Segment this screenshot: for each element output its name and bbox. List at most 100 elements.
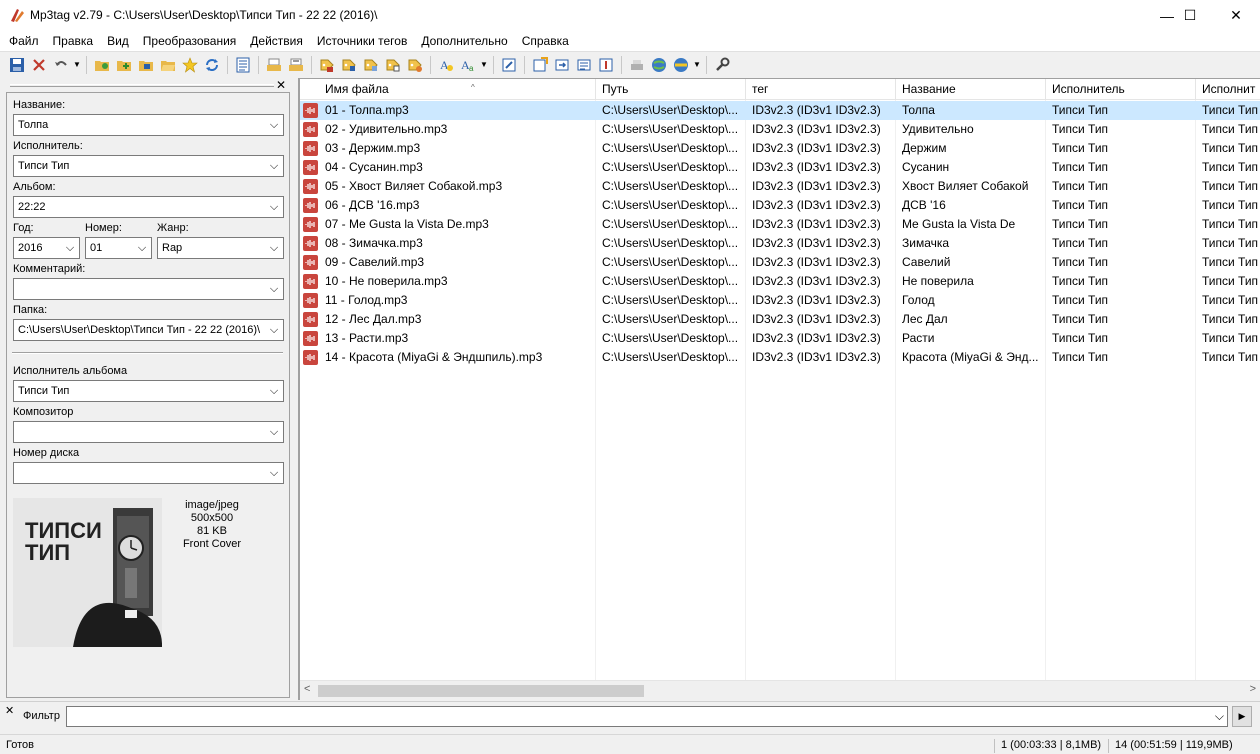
edit-button[interactable]	[498, 54, 520, 76]
close-filter-icon[interactable]: ✕	[5, 704, 14, 717]
text-file-button[interactable]	[382, 54, 404, 76]
menu-tag-sources[interactable]: Источники тегов	[310, 31, 414, 51]
scroll-left-icon[interactable]: <	[304, 683, 310, 695]
track-field[interactable]: 01 ⌵	[85, 237, 152, 259]
tag-from-text-button[interactable]	[404, 54, 426, 76]
open-folder-button[interactable]	[157, 54, 179, 76]
chevron-down-icon[interactable]: ⌵	[64, 238, 76, 258]
scroll-right-icon[interactable]: >	[1250, 683, 1256, 695]
menu-view[interactable]: Вид	[100, 31, 136, 51]
panel-grip[interactable]	[10, 84, 274, 87]
web-source-dropdown-arrow[interactable]: ▼	[692, 54, 702, 76]
table-row[interactable]: 10 - Не поверила.mp3 C:\Users\User\Deskto…	[300, 272, 1260, 291]
web-source2-button[interactable]	[670, 54, 692, 76]
favorite-button[interactable]	[179, 54, 201, 76]
undo-button[interactable]	[50, 54, 72, 76]
table-row[interactable]: 07 - Me Gusta la Vista De.mp3 C:\Users\Us…	[300, 215, 1260, 234]
cell-filename: 04 - Сусанин.mp3	[325, 160, 423, 174]
close-panel-icon[interactable]: ✕	[276, 78, 286, 92]
save-playlist-button[interactable]	[135, 54, 157, 76]
album-value: 22:22	[18, 201, 46, 213]
column-header-filename[interactable]: Имя файла ^	[319, 79, 596, 100]
column-header-tag[interactable]: тег	[746, 79, 896, 100]
menu-actions[interactable]: Действия	[243, 31, 310, 51]
chevron-down-icon[interactable]: ⌵	[268, 279, 280, 299]
table-row[interactable]: 04 - Сусанин.mp3 C:\Users\User\Desktop\..…	[300, 158, 1260, 177]
list-button[interactable]	[232, 54, 254, 76]
genre-field[interactable]: Rap ⌵	[157, 237, 284, 259]
change-dir-button[interactable]	[91, 54, 113, 76]
convert-button[interactable]	[595, 54, 617, 76]
table-row[interactable]: 06 - ДСВ '16.mp3 C:\Users\User\Desktop\..…	[300, 196, 1260, 215]
album-field[interactable]: 22:22 ⌵	[13, 196, 284, 218]
scrollbar-thumb[interactable]	[318, 685, 644, 697]
quick-import-button[interactable]	[573, 54, 595, 76]
composer-field[interactable]: ⌵	[13, 421, 284, 443]
title-field[interactable]: Толпа ⌵	[13, 114, 284, 136]
folder-field[interactable]: C:\Users\User\Desktop\Типси Тип - 22 22 …	[13, 319, 284, 341]
freedb-button[interactable]	[626, 54, 648, 76]
options-button[interactable]	[711, 54, 733, 76]
add-dir-button[interactable]	[113, 54, 135, 76]
chevron-down-icon[interactable]: ⌵	[268, 463, 280, 483]
artist-field[interactable]: Типси Тип ⌵	[13, 155, 284, 177]
table-row[interactable]: 05 - Хвост Виляет Собакой.mp3 C:\Users\Us…	[300, 177, 1260, 196]
cell-artist: Типси Тип	[1052, 236, 1109, 250]
filter-apply-button[interactable]: ▶	[1232, 706, 1252, 727]
table-row[interactable]: 08 - Зимачка.mp3 C:\Users\User\Desktop\..…	[300, 234, 1260, 253]
filter-input[interactable]: ⌵	[66, 706, 1228, 727]
cell-album-artist: Типси Тип	[1202, 293, 1259, 307]
column-header-artist[interactable]: Исполнитель	[1046, 79, 1196, 100]
save-button[interactable]	[6, 54, 28, 76]
remove-tag-button[interactable]	[28, 54, 50, 76]
import-button[interactable]	[551, 54, 573, 76]
table-row[interactable]: 03 - Держим.mp3 C:\Users\User\Desktop\...…	[300, 139, 1260, 158]
menu-edit[interactable]: Правка	[46, 31, 101, 51]
table-row[interactable]: 14 - Красота (MiyaGi & Эндшпиль).mp3 C:\U…	[300, 348, 1260, 367]
tag-from-filename-button[interactable]	[316, 54, 338, 76]
table-row[interactable]: 13 - Расти.mp3 C:\Users\User\Desktop\... I…	[300, 329, 1260, 348]
disc-number-field[interactable]: ⌵	[13, 462, 284, 484]
menu-help[interactable]: Справка	[515, 31, 576, 51]
menu-extra[interactable]: Дополнительно	[414, 31, 514, 51]
undo-dropdown-arrow[interactable]: ▼	[72, 54, 82, 76]
refresh-button[interactable]	[201, 54, 223, 76]
menu-convert[interactable]: Преобразования	[136, 31, 244, 51]
chevron-down-icon[interactable]: ⌵	[1215, 707, 1224, 726]
chevron-down-icon[interactable]: ⌵	[136, 238, 148, 258]
save-icon	[10, 57, 24, 72]
chevron-down-icon[interactable]: ⌵	[268, 115, 280, 135]
filename-from-tag-button[interactable]	[338, 54, 360, 76]
table-row[interactable]: 11 - Голод.mp3 C:\Users\User\Desktop\... I…	[300, 291, 1260, 310]
export-button[interactable]	[529, 54, 551, 76]
chevron-down-icon[interactable]: ⌵	[268, 320, 280, 340]
chevron-down-icon[interactable]: ⌵	[268, 238, 280, 258]
horizontal-scrollbar[interactable]: < >	[300, 680, 1260, 700]
chevron-down-icon[interactable]: ⌵	[268, 381, 280, 401]
tag-to-tag-button[interactable]	[360, 54, 382, 76]
copy-tag-button[interactable]	[285, 54, 307, 76]
web-source-button[interactable]	[648, 54, 670, 76]
favorite-icon	[182, 56, 198, 73]
chevron-down-icon[interactable]: ⌵	[268, 156, 280, 176]
cover-art[interactable]: ТИПСИ ТИП	[13, 498, 162, 647]
chevron-down-icon[interactable]: ⌵	[268, 197, 280, 217]
actions-dropdown-arrow[interactable]: ▼	[479, 54, 489, 76]
album-artist-field[interactable]: Типси Тип ⌵	[13, 380, 284, 402]
table-row[interactable]: 09 - Савелий.mp3 C:\Users\User\Desktop\..…	[300, 253, 1260, 272]
cut-tag-button[interactable]	[263, 54, 285, 76]
actions-button[interactable]: A	[435, 54, 457, 76]
column-header-album-artist[interactable]: Исполнит	[1196, 79, 1260, 100]
table-row[interactable]: 01 - Толпа.mp3 C:\Users\User\Desktop\... I…	[300, 101, 1260, 120]
column-header-path[interactable]: Путь	[596, 79, 746, 100]
chevron-down-icon[interactable]: ⌵	[268, 422, 280, 442]
year-field[interactable]: 2016 ⌵	[13, 237, 80, 259]
autonumber-button[interactable]: Aa	[457, 54, 479, 76]
table-row[interactable]: 02 - Удивительно.mp3 C:\Users\User\Deskto…	[300, 120, 1260, 139]
comment-field[interactable]: ⌵	[13, 278, 284, 300]
menu-file[interactable]: Файл	[2, 31, 46, 51]
column-header-title[interactable]: Название	[896, 79, 1046, 100]
maximize-button[interactable]: ☐	[1167, 0, 1213, 31]
table-row[interactable]: 12 - Лес Дал.mp3 C:\Users\User\Desktop\..…	[300, 310, 1260, 329]
close-window-button[interactable]: ✕	[1213, 0, 1259, 31]
